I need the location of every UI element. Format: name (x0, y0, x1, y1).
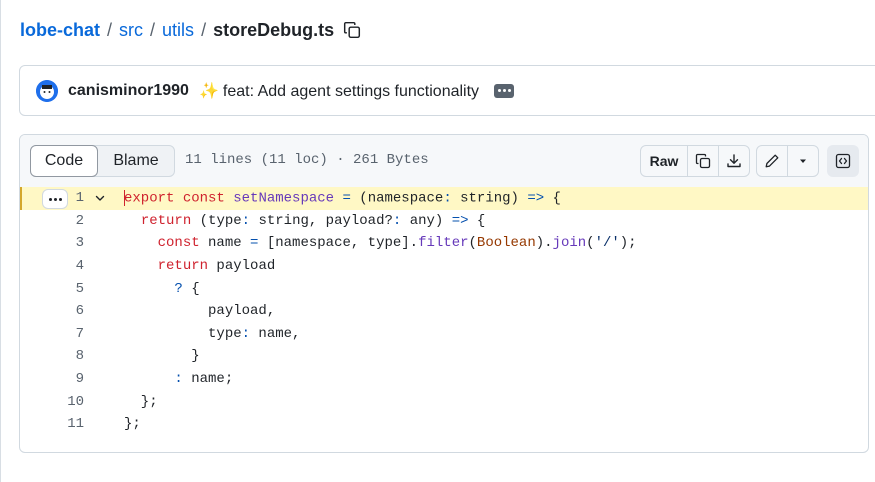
symbols-panel-button[interactable] (827, 145, 859, 177)
raw-button[interactable]: Raw (641, 146, 688, 176)
commit-author[interactable]: canisminor1990 (68, 82, 189, 100)
breadcrumb-separator: / (150, 19, 156, 40)
code-text: } (124, 348, 200, 365)
code-tab[interactable]: Code (30, 145, 98, 177)
line-number[interactable]: 11 (20, 416, 84, 432)
pencil-icon (765, 154, 779, 168)
code-view[interactable]: 1 export const setNamespace = (namespace… (20, 187, 868, 436)
code-line[interactable]: 10 }; (20, 390, 868, 413)
code-line[interactable]: 1 export const setNamespace = (namespace… (20, 187, 868, 210)
code-text: const name = [namespace, type].filter(Bo… (157, 235, 637, 252)
code-line[interactable]: 5 ? { (20, 277, 868, 300)
line-number[interactable]: 10 (20, 394, 84, 410)
triangle-down-icon (800, 159, 806, 163)
code-text: }; (124, 393, 158, 410)
code-line[interactable]: 2 return (type: string, payload?: any) =… (20, 210, 868, 233)
commit-more-button[interactable] (494, 83, 515, 98)
commit-message-text: feat: Add agent settings functionality (222, 82, 480, 100)
raw-actions-group: Raw (640, 145, 750, 177)
line-number[interactable]: 5 (20, 281, 84, 297)
breadcrumb-separator: / (107, 19, 113, 40)
code-line[interactable]: 9 : name; (20, 368, 868, 391)
code-line[interactable]: 6 payload, (20, 300, 868, 323)
code-line[interactable]: 8 } (20, 345, 868, 368)
breadcrumb-repo-link[interactable]: lobe-chat (20, 20, 100, 41)
file-info: 11 lines (11 loc) · 261 Bytes (185, 152, 429, 168)
copy-icon (695, 153, 711, 169)
edit-button[interactable] (757, 146, 788, 176)
breadcrumb: lobe-chat / src / utils / storeDebug.ts (20, 17, 363, 43)
edit-dropdown-button[interactable] (788, 146, 818, 176)
view-toggle: Code Blame (30, 145, 175, 177)
line-number[interactable]: 8 (20, 348, 84, 364)
code-text: payload, (124, 303, 276, 320)
line-number[interactable]: 4 (20, 258, 84, 274)
code-text: type: name, (124, 325, 301, 342)
copy-path-icon[interactable] (341, 19, 363, 41)
edit-actions-group (756, 145, 819, 177)
code-line[interactable]: 3 const name = [namespace, type].filter(… (20, 232, 868, 255)
fold-gutter (84, 187, 124, 210)
blame-tab[interactable]: Blame (98, 146, 174, 176)
code-line[interactable]: 4 return payload (20, 255, 868, 278)
line-number[interactable]: 6 (20, 303, 84, 319)
latest-commit-box: canisminor1990 ✨ feat: Add agent settings… (19, 65, 875, 116)
code-line[interactable]: 7 type: name, (20, 323, 868, 346)
download-button[interactable] (719, 146, 749, 176)
code-text: }; (124, 416, 141, 433)
code-text: ? { (174, 280, 200, 297)
copy-raw-button[interactable] (688, 146, 719, 176)
file-header: Code Blame 11 lines (11 loc) · 261 Bytes… (20, 135, 868, 188)
line-options-button[interactable] (42, 189, 68, 209)
download-icon (727, 154, 741, 168)
code-line[interactable]: 11 }; (20, 413, 868, 436)
chevron-down-icon (95, 195, 105, 201)
line-number[interactable]: 9 (20, 371, 84, 387)
breadcrumb-separator: / (201, 19, 207, 40)
breadcrumb-file-name: storeDebug.ts (213, 19, 335, 40)
sparkle-icon: ✨ (198, 82, 219, 100)
breadcrumb-dir-src[interactable]: src (119, 20, 143, 41)
line-number[interactable]: 7 (20, 326, 84, 342)
code-square-icon (835, 153, 851, 169)
code-text: return payload (157, 258, 276, 275)
line-number[interactable]: 3 (20, 235, 84, 251)
file-viewer: Code Blame 11 lines (11 loc) · 261 Bytes… (19, 134, 869, 453)
commit-message[interactable]: ✨ feat: Add agent settings functionality (199, 81, 479, 101)
line-number[interactable]: 2 (20, 213, 84, 229)
avatar[interactable] (36, 79, 58, 102)
left-border (0, 0, 1, 482)
breadcrumb-dir-utils[interactable]: utils (162, 20, 194, 41)
code-text: return (type: string, payload?: any) => … (140, 212, 486, 229)
code-text: export const setNamespace = (namespace: … (124, 189, 561, 207)
code-text: : name; (174, 371, 234, 388)
